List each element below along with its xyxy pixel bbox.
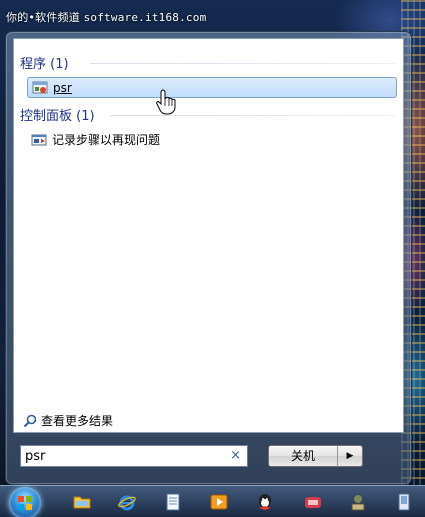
hand-cursor-icon [156,89,176,115]
search-input[interactable] [21,446,229,466]
program-icon [32,80,48,96]
search-box: × [20,445,248,467]
qq-icon[interactable] [255,492,275,512]
notepad-icon[interactable] [163,492,183,512]
clear-icon[interactable]: × [230,448,241,463]
app-icon[interactable] [303,492,323,512]
device-icon[interactable] [394,492,414,512]
folder-icon[interactable] [72,492,92,512]
start-menu: 程序 (1) psr 控制面板 (1) 记录步骤以再现问题 查看更多结果 psr… [5,31,412,485]
watermark-site: software.it168.com [83,11,207,24]
shutdown-options-arrow-icon[interactable]: ▶ [338,446,362,466]
network-icon[interactable] [348,492,368,512]
group-header-control-panel: 控制面板 (1) [20,109,95,124]
shutdown-button-group: 关机 ▶ [268,445,363,467]
result-item-record-steps[interactable]: 记录步骤以再现问题 [27,129,397,150]
search-results-panel: 程序 (1) psr 控制面板 (1) 记录步骤以再现问题 查看更多结果 [13,38,404,433]
windows-logo-icon [18,496,32,510]
result-item-label: psr [53,80,72,95]
shutdown-button[interactable]: 关机 [269,446,338,466]
watermark: 你的•软件频道 software.it168.com [6,9,206,25]
see-more-results-link[interactable]: 查看更多结果 [23,412,113,429]
result-item-psr[interactable]: psr [27,77,397,98]
ie-icon[interactable] [117,492,137,512]
group-header-programs: 程序 (1) [20,57,69,72]
watermark-prefix: 你的•软件频道 [6,11,80,24]
see-more-results-label: 查看更多结果 [41,414,114,428]
group-divider [90,63,395,64]
start-button[interactable] [9,487,41,517]
control-panel-icon [31,132,47,148]
group-divider [110,115,395,116]
search-icon [23,414,37,428]
result-item-label: 记录步骤以再现问题 [52,133,161,147]
media-player-icon[interactable] [209,492,229,512]
taskbar [0,485,425,517]
